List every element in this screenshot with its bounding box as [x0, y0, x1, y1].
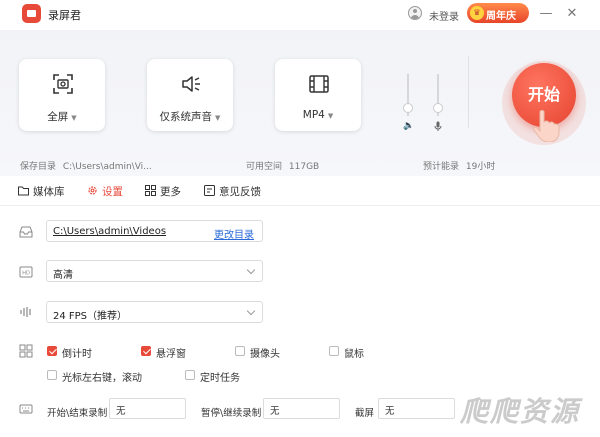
free-space-label: 可用空间 [246, 162, 283, 172]
app-logo-icon [22, 4, 41, 23]
save-path-field[interactable]: C:\Users\admin\Videos 更改目录 [46, 220, 263, 242]
mic-volume-slider[interactable] [433, 74, 443, 116]
checkbox-box[interactable] [141, 346, 151, 356]
quality-value: 高清 [53, 270, 73, 281]
anniversary-label: 周年庆 [486, 11, 516, 22]
chevron-down-icon: ▼ [327, 112, 334, 120]
keyboard-icon [19, 404, 33, 414]
film-icon [309, 75, 329, 93]
start-stop-hotkey-input[interactable]: 无 [109, 398, 186, 419]
pointing-hand-icon [533, 110, 560, 142]
user-avatar-icon[interactable] [408, 6, 422, 20]
checkbox-box[interactable] [185, 370, 195, 380]
feedback-icon [204, 185, 215, 196]
divider [468, 56, 469, 128]
login-status[interactable]: 未登录 [429, 8, 459, 23]
chevron-down-icon: ▼ [215, 114, 221, 122]
tab-feedback[interactable]: 意见反馈 [204, 184, 261, 199]
region-option-card[interactable]: 全屏 ▼ [19, 59, 105, 131]
checkbox-box[interactable] [47, 370, 57, 380]
mic-volume-knob[interactable] [433, 102, 443, 113]
cursor-clicks-label: 光标左右键，滚动 [62, 373, 142, 384]
quality-select[interactable]: 高清 [46, 260, 263, 282]
svg-text:HD: HD [22, 271, 30, 277]
grid-icon [145, 185, 156, 196]
tab-settings[interactable]: 设置 [87, 184, 123, 199]
tab-more[interactable]: 更多 [145, 184, 181, 199]
folder-icon [18, 186, 29, 196]
audio-option-label: 仅系统声音 [159, 111, 213, 123]
save-path-value: C:\Users\admin\Videos [53, 226, 167, 237]
chevron-down-icon [246, 265, 256, 275]
waveform-icon [20, 307, 31, 317]
checkbox-box[interactable] [329, 346, 339, 356]
title-bar: 录屏君 未登录 ♛ 周年庆 — ✕ [0, 0, 600, 30]
speaker-icon [182, 76, 200, 92]
fps-value: 24 FPS（推荐） [53, 311, 128, 322]
countdown-label: 倒计时 [62, 349, 92, 360]
pause-resume-hotkey-label: 暂停\继续录制 [201, 408, 262, 419]
start-stop-hotkey-value: 无 [116, 406, 126, 417]
crown-icon: ♛ [470, 6, 484, 20]
format-option-card[interactable]: MP4 ▼ [275, 59, 361, 131]
tab-bar: 媒体库 设置 更多 意见反馈 [0, 176, 600, 206]
chevron-down-icon [246, 306, 256, 316]
speaker-volume-knob[interactable] [403, 102, 413, 113]
camera-label: 摄像头 [250, 349, 280, 360]
hd-icon: HD [19, 266, 33, 278]
record-panel: 全屏 ▼ 仅系统声音 ▼ MP4 ▼ 🔈 开始 保存目录 C:\Users\ad… [0, 30, 600, 176]
anniversary-button[interactable]: ♛ 周年庆 [467, 3, 529, 23]
tab-media-library[interactable]: 媒体库 [18, 184, 65, 199]
audio-option-card[interactable]: 仅系统声音 ▼ [147, 59, 233, 131]
pause-resume-hotkey-input[interactable]: 无 [263, 398, 340, 419]
free-space-value: 117GB [288, 162, 320, 172]
volume-icon: 🔈 [403, 121, 415, 131]
change-dir-link[interactable]: 更改目录 [214, 226, 254, 241]
mouse-label: 鼠标 [344, 349, 364, 360]
save-dir-value: C:\Users\admin\Vi... [62, 162, 152, 172]
checkbox-box[interactable] [47, 346, 57, 356]
mailbox-icon [19, 226, 33, 238]
fps-select[interactable]: 24 FPS（推荐） [46, 301, 263, 323]
scheduled-task-label: 定时任务 [200, 373, 240, 384]
speaker-volume-slider[interactable] [403, 74, 413, 116]
watermark: 爬爬资源 [460, 395, 581, 428]
gear-icon [88, 186, 97, 195]
screenshot-hotkey-label: 截屏 [355, 408, 375, 419]
screen-capture-icon [53, 74, 73, 94]
options-icon [19, 344, 33, 358]
save-dir-label: 保存目录 [20, 162, 57, 172]
region-option-label: 全屏 [47, 111, 69, 123]
microphone-icon [434, 121, 442, 131]
format-option-label: MP4 [302, 109, 325, 121]
close-button[interactable]: ✕ [563, 5, 581, 23]
estimate-label: 预计能录 [423, 162, 460, 172]
screenshot-hotkey-input[interactable]: 无 [378, 398, 455, 419]
floating-window-label: 悬浮窗 [156, 349, 186, 360]
estimate-value: 19小时 [465, 162, 496, 172]
pause-resume-hotkey-value: 无 [270, 406, 280, 417]
checkbox-box[interactable] [235, 346, 245, 356]
start-stop-hotkey-label: 开始\结束录制 [47, 408, 108, 419]
app-title: 录屏君 [48, 9, 81, 22]
minimize-button[interactable]: — [537, 5, 555, 23]
chevron-down-icon: ▼ [71, 114, 77, 122]
screenshot-hotkey-value: 无 [385, 406, 395, 417]
